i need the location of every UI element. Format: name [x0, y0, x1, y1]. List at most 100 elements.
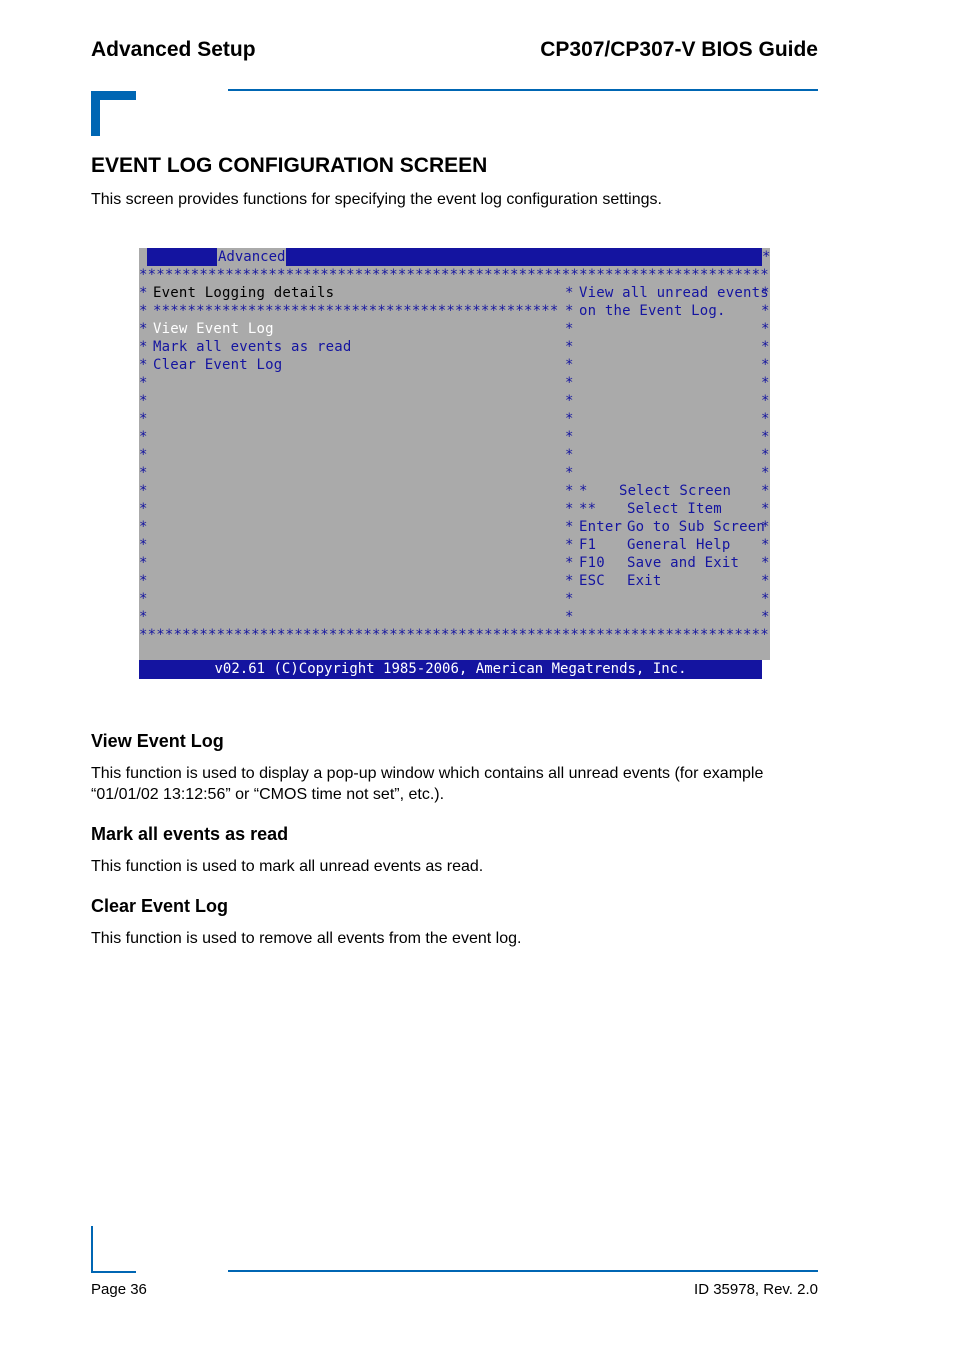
bios-border-star-right: *: [761, 411, 770, 427]
bios-divider-star: *: [565, 573, 574, 589]
bios-row: * * * ** Select Item: [139, 500, 770, 518]
bios-border-star-left: *: [139, 573, 148, 589]
function-title-view-event-log: View Event Log: [91, 731, 224, 751]
header-section-name: Advanced Setup: [91, 38, 256, 61]
bios-border-star-left: *: [139, 357, 148, 373]
bios-border-star-left: *: [139, 609, 148, 625]
bios-border-stars: ****************************************…: [139, 267, 770, 283]
bios-divider-star: *: [565, 375, 574, 391]
bios-border-star-right: *: [761, 429, 770, 445]
bios-key-action: Select Item: [627, 501, 722, 517]
header-guide-title: CP307/CP307-V BIOS Guide: [540, 38, 818, 61]
bios-border-star-left: *: [139, 411, 148, 427]
bios-divider-star: *: [565, 321, 574, 337]
bios-border-star-right: *: [761, 321, 770, 337]
bios-border-star-right: *: [761, 483, 770, 499]
bios-row: * * * Event Logging details View all unread …: [139, 284, 770, 302]
bios-key-name: Enter: [579, 519, 623, 535]
bios-row: * * * *************************************…: [139, 302, 770, 320]
bios-row: * * * Mark all events as read: [139, 338, 770, 356]
bios-border-star-right: *: [761, 465, 770, 481]
bios-key-action: Save and Exit: [627, 555, 740, 571]
bios-key-name: ESC: [579, 573, 605, 589]
bios-divider-star: *: [565, 357, 574, 373]
bios-divider-star: *: [565, 303, 574, 319]
bios-border-star-left: *: [139, 321, 148, 337]
bios-help-text: on the Event Log.: [579, 303, 726, 319]
bios-key-action: Exit: [627, 573, 662, 589]
bios-border-star-left: *: [139, 501, 148, 517]
bios-divider-star: *: [565, 519, 574, 535]
bios-row: * * * Clear Event Log: [139, 356, 770, 374]
bios-border-star-left: *: [139, 591, 148, 607]
bios-row: * * *: [139, 392, 770, 410]
intro-text: This screen provides functions for speci…: [91, 191, 662, 208]
bios-row: * * *: [139, 464, 770, 482]
bios-border-star-left: *: [139, 555, 148, 571]
bios-border-star-left: *: [139, 375, 148, 391]
bios-menu-item[interactable]: Mark all events as read: [153, 338, 351, 356]
bios-border-star-left: *: [139, 429, 148, 445]
bios-border-star-right: *: [761, 609, 770, 625]
bios-key-name: *: [579, 483, 588, 499]
bios-row: * * * Enter Go to Sub Screen: [139, 518, 770, 536]
bios-divider-star: *: [565, 537, 574, 553]
bios-row: * * * * Select Screen: [139, 482, 770, 500]
bios-divider-star: *: [565, 609, 574, 625]
bios-border-star-left: *: [139, 483, 148, 499]
bios-divider-star: *: [565, 555, 574, 571]
bios-tab-bar: Advanced *: [139, 248, 770, 266]
bios-help-text: View all unread events: [579, 285, 769, 301]
bios-border-star-right: *: [761, 393, 770, 409]
bios-row: * * *: [139, 428, 770, 446]
bios-row: * * * View Event Log: [139, 320, 770, 338]
bios-border-star-left: *: [139, 303, 148, 319]
bios-border-star-left: *: [139, 339, 148, 355]
bios-border-star-left: *: [139, 393, 148, 409]
bios-divider-star: *: [565, 591, 574, 607]
bios-border-star-right: *: [761, 591, 770, 607]
function-title-mark-all-read: Mark all events as read: [91, 824, 289, 844]
corner-mark-top-vertical: [91, 91, 100, 136]
function-desc-view-event-log: This function is used to display a pop-u…: [91, 765, 764, 803]
bios-heading-underline: ****************************************…: [153, 303, 558, 319]
bios-row: * * *: [139, 590, 770, 608]
bios-row: * * * F10 Save and Exit: [139, 554, 770, 572]
bios-border-star-left: *: [139, 285, 148, 301]
bios-screenshot: Advanced * *****************************…: [139, 248, 770, 679]
bios-row: * * * F1 General Help: [139, 536, 770, 554]
bios-divider-star: *: [565, 447, 574, 463]
bios-row: * * *: [139, 446, 770, 464]
bios-tab-bar-star: *: [762, 248, 770, 266]
bios-border-star-right: *: [761, 447, 770, 463]
bios-key-name: F1: [579, 537, 597, 553]
bios-divider-star: *: [565, 285, 574, 301]
function-desc-clear-event-log: This function is used to remove all even…: [91, 930, 522, 947]
page-title: EVENT LOG CONFIGURATION SCREEN: [91, 154, 488, 177]
bios-copyright-bar: v02.61 (C)Copyright 1985-2006, American …: [139, 660, 762, 679]
bios-row: * * * ESC Exit: [139, 572, 770, 590]
bios-border-star-right: *: [761, 375, 770, 391]
function-title-clear-event-log: Clear Event Log: [91, 896, 229, 916]
corner-mark-bottom-vertical: [91, 1226, 93, 1273]
bios-border-bottom: ****************************************…: [139, 626, 770, 644]
bios-tab-advanced: Advanced: [217, 248, 287, 266]
bios-border-star-right: *: [761, 303, 770, 319]
bios-border-star-left: *: [139, 447, 148, 463]
bios-border-star-right: *: [761, 555, 770, 571]
bios-key-action: General Help: [627, 537, 731, 553]
bios-border-star-right: *: [761, 339, 770, 355]
bios-border-star-left: *: [139, 519, 148, 535]
bios-divider-star: *: [565, 501, 574, 517]
footer-rule: [228, 1270, 818, 1272]
bios-border-star-right: *: [761, 537, 770, 553]
bios-key-name: F10: [579, 555, 605, 571]
bios-border-star-right: *: [761, 357, 770, 373]
bios-menu-item[interactable]: Clear Event Log: [153, 356, 282, 374]
bios-border-stars: ****************************************…: [139, 627, 770, 643]
bios-row: * * *: [139, 410, 770, 428]
bios-menu-item[interactable]: View Event Log: [153, 320, 274, 338]
bios-row: * * *: [139, 374, 770, 392]
bios-divider-star: *: [565, 429, 574, 445]
bios-border-star-right: *: [761, 501, 770, 517]
